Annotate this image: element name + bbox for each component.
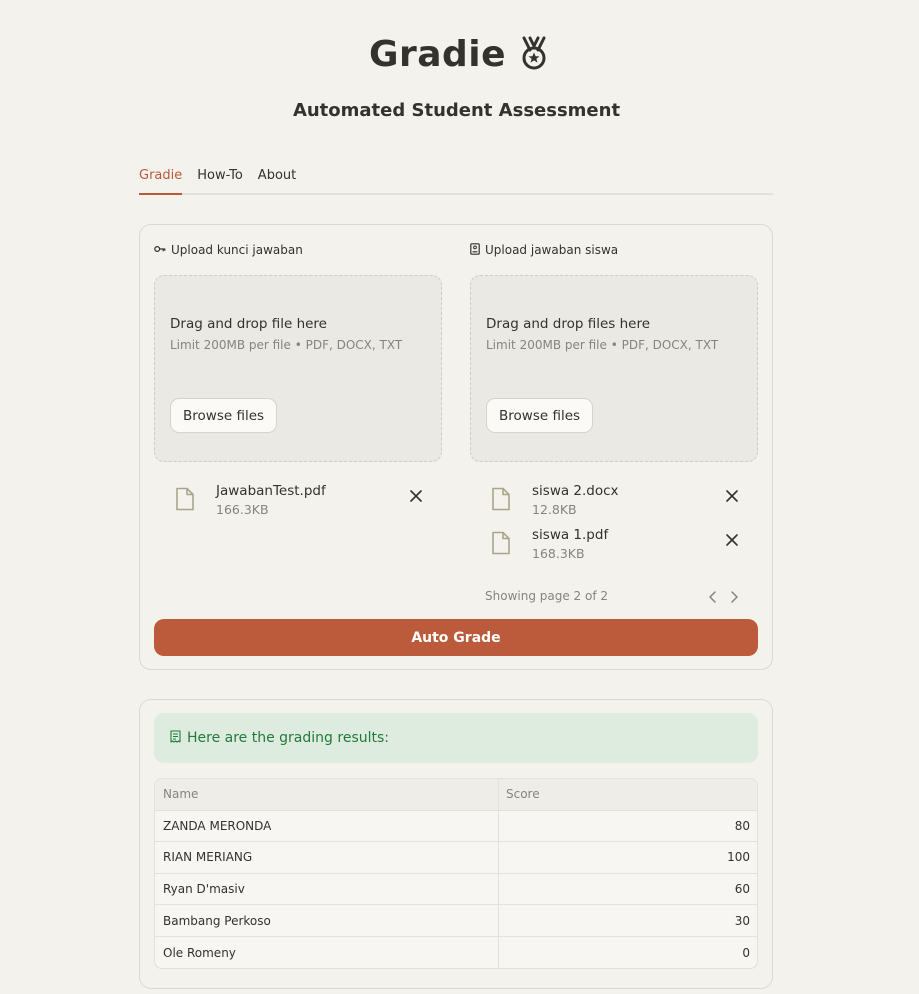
file-name: siswa 2.docx [532,483,619,499]
column-header-score[interactable]: Score [499,779,757,810]
results-message: Here are the grading results: [187,730,389,746]
id-card-icon [470,242,480,258]
key-dropzone[interactable]: Drag and drop file here Limit 200MB per … [154,275,442,462]
file-size: 168.3KB [532,546,585,561]
file-icon [491,487,511,515]
file-size: 12.8KB [532,502,577,517]
upload-key-section: Upload kunci jawaban Drag and drop file … [154,241,442,517]
student-name-cell: Ole Romeny [155,936,499,968]
uploaded-file-item: JawabanTest.pdf 166.3KB [154,483,442,523]
auto-grade-button[interactable]: Auto Grade [154,619,758,656]
remove-file-icon[interactable] [725,532,739,551]
table-body: ZANDA MERONDA 80 RIAN MERIANG 100 Ryan D… [155,810,757,968]
chevron-left-icon[interactable] [707,589,719,608]
receipt-icon [170,729,181,747]
app-title: Gradie [368,34,507,75]
score-cell: 0 [742,945,750,960]
key-browse-files-button[interactable]: Browse files [170,398,278,433]
upload-student-label: Upload jawaban siswa [470,241,758,259]
column-header-name[interactable]: Name [155,779,499,810]
pagination-text: Showing page 2 of 2 [485,589,608,603]
tab-gradie[interactable]: Gradie [139,164,183,195]
results-table: Name Score ZANDA MERONDA 80 RIAN MERIANG… [154,778,758,969]
header: Gradie [0,34,919,75]
remove-file-icon[interactable] [725,488,739,507]
upload-card: Upload kunci jawaban Drag and drop file … [139,224,773,670]
table-row: Bambang Perkoso 30 [155,905,757,937]
upload-student-section: Upload jawaban siswa Drag and drop files… [470,241,758,603]
remove-file-icon[interactable] [409,488,423,507]
uploaded-file-item: siswa 1.pdf 168.3KB [470,527,758,567]
score-cell: 60 [734,882,750,897]
app-subtitle: Automated Student Assessment [292,100,621,121]
student-dropzone[interactable]: Drag and drop files here Limit 200MB per… [470,275,758,462]
student-dropzone-title: Drag and drop files here [486,316,651,332]
upload-key-label: Upload kunci jawaban [154,241,442,259]
results-alert: Here are the grading results: [154,713,758,763]
table-row: Ole Romeny 0 [155,936,757,968]
file-name: JawabanTest.pdf [216,483,326,499]
file-name: siswa 1.pdf [532,527,609,543]
medal-icon [518,36,550,74]
key-icon [154,243,166,257]
key-dropzone-limit: Limit 200MB per file • PDF, DOCX, TXT [170,338,403,352]
tab-bar: Gradie How-To About [139,164,773,195]
student-name-cell: ZANDA MERONDA [155,810,499,842]
score-cell: 80 [734,818,750,833]
file-icon [491,531,511,559]
file-icon [175,487,195,515]
score-cell: 100 [727,850,750,865]
student-dropzone-limit: Limit 200MB per file • PDF, DOCX, TXT [486,338,719,352]
student-browse-files-button[interactable]: Browse files [486,398,594,433]
table-row: Ryan D'masiv 60 [155,873,757,906]
file-size: 166.3KB [216,502,269,517]
score-cell: 30 [734,913,750,928]
student-name-cell: Ryan D'masiv [155,873,499,905]
upload-key-label-text: Upload kunci jawaban [171,243,303,257]
upload-student-label-text: Upload jawaban siswa [485,243,619,257]
file-pagination: Showing page 2 of 2 [485,588,750,606]
table-row: RIAN MERIANG 100 [155,842,757,874]
chevron-right-icon[interactable] [728,589,740,608]
student-name-cell: RIAN MERIANG [155,842,499,873]
table-header-row: Name Score [155,779,757,811]
table-row: ZANDA MERONDA 80 [155,810,757,843]
uploaded-file-item: siswa 2.docx 12.8KB [470,483,758,523]
tab-about[interactable]: About [258,164,296,195]
tab-how-to[interactable]: How-To [197,164,243,195]
results-card: Here are the grading results: Name Score… [139,699,773,989]
student-name-cell: Bambang Perkoso [155,905,499,936]
key-dropzone-title: Drag and drop file here [170,316,327,332]
